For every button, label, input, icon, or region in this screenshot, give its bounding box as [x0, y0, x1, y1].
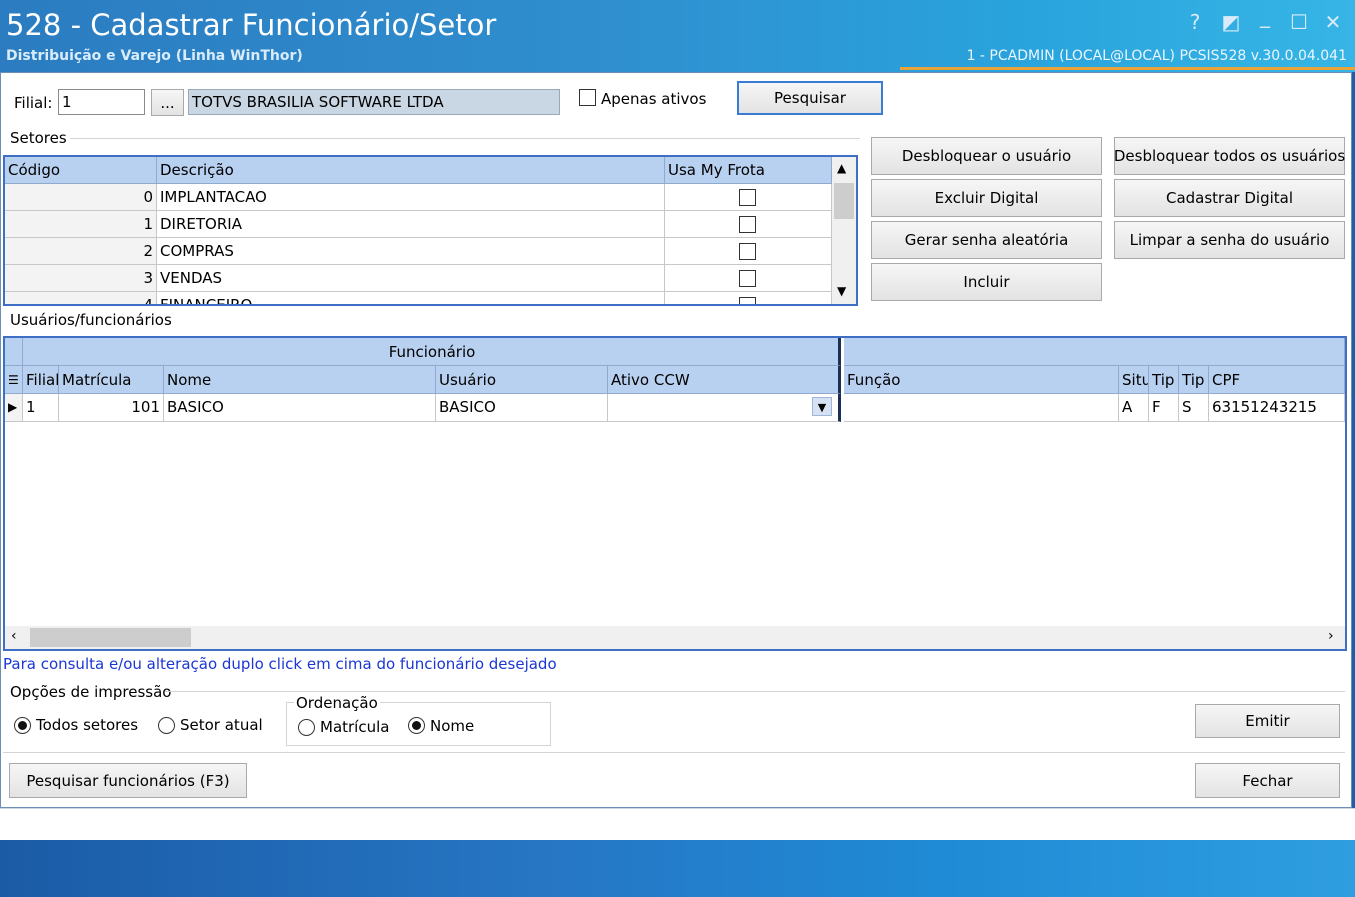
setor-atual-radio[interactable]: [158, 717, 175, 734]
col-nome[interactable]: Nome: [164, 366, 436, 394]
setores-group-label: Setores: [10, 129, 67, 147]
incluir-button[interactable]: Incluir: [871, 263, 1102, 301]
setores-col-codigo[interactable]: Código: [5, 157, 157, 184]
setores-vscrollbar[interactable]: ▲ ▼: [832, 157, 856, 304]
usuarios-grid: Funcionário ☰ Filial Matrícula Nome Usuá…: [3, 336, 1347, 651]
col-tip-2[interactable]: Tip: [1179, 366, 1209, 394]
filial-lookup-button[interactable]: ...: [151, 89, 184, 116]
footer-line: [3, 752, 1345, 753]
maximize-icon[interactable]: ☐: [1284, 10, 1314, 34]
fechar-button[interactable]: Fechar: [1195, 763, 1340, 798]
window-title: 528 - Cadastrar Funcionário/Setor: [6, 8, 497, 42]
table-row[interactable]: 3 VENDAS: [5, 265, 832, 292]
dropdown-arrow-icon[interactable]: ▼: [812, 397, 832, 416]
cadastrar-digital-button[interactable]: Cadastrar Digital: [1114, 179, 1345, 217]
chevron-up-icon[interactable]: ▲: [837, 161, 846, 175]
setores-group-line: [70, 138, 860, 139]
setores-grid: Código Descrição Usa My Frota 0 IMPLANTA…: [3, 155, 858, 306]
setor-atual-label: Setor atual: [180, 716, 263, 734]
print-options-label: Opções de impressão: [10, 683, 172, 701]
scrollbar-thumb[interactable]: [834, 183, 854, 219]
setores-col-usa-my-frota[interactable]: Usa My Frota: [665, 157, 832, 184]
limpar-senha-button[interactable]: Limpar a senha do usuário: [1114, 221, 1345, 259]
apenas-ativos-label: Apenas ativos: [601, 90, 707, 108]
accent-line: [900, 67, 1355, 70]
gerar-senha-button[interactable]: Gerar senha aleatória: [871, 221, 1102, 259]
filial-input[interactable]: 1: [58, 89, 145, 115]
apenas-ativos-checkbox[interactable]: [579, 89, 596, 106]
usa-my-frota-checkbox[interactable]: [739, 189, 756, 206]
ordenacao-label: Ordenação: [294, 694, 380, 712]
usuarios-group-label: Usuários/funcionários: [10, 311, 172, 329]
col-matricula[interactable]: Matrícula: [59, 366, 164, 394]
emitir-button[interactable]: Emitir: [1195, 704, 1340, 738]
table-row[interactable]: 2 COMPRAS: [5, 238, 832, 265]
usa-my-frota-checkbox[interactable]: [739, 243, 756, 260]
usa-my-frota-checkbox[interactable]: [739, 297, 756, 304]
grid-menu-icon[interactable]: ☰: [5, 366, 23, 394]
user-info: 1 - PCADMIN (LOCAL@LOCAL) PCSIS528 v.30.…: [966, 48, 1347, 64]
nome-label: Nome: [430, 717, 475, 735]
pesquisar-funcionarios-button[interactable]: Pesquisar funcionários (F3): [9, 763, 247, 798]
hint-text: Para consulta e/ou alteração duplo click…: [3, 655, 557, 673]
table-row[interactable]: 0 IMPLANTACAO: [5, 184, 832, 211]
chevron-right-icon[interactable]: ›: [1328, 628, 1334, 644]
window-subtitle: Distribuição e Varejo (Linha WinThor): [6, 48, 303, 64]
desbloquear-todos-button[interactable]: Desbloquear todos os usuários: [1114, 137, 1345, 175]
table-row[interactable]: 4 FINANCEIRO: [5, 292, 832, 304]
pesquisar-button[interactable]: Pesquisar: [737, 81, 883, 115]
ativo-ccw-dropdown[interactable]: ▼: [608, 394, 841, 422]
excluir-digital-button[interactable]: Excluir Digital: [871, 179, 1102, 217]
print-options-line: [165, 691, 1345, 692]
setores-col-descricao[interactable]: Descrição: [157, 157, 665, 184]
usa-my-frota-checkbox[interactable]: [739, 216, 756, 233]
col-funcao[interactable]: Função: [844, 366, 1119, 394]
row-indicator-icon: ▶: [5, 394, 23, 422]
todos-setores-label: Todos setores: [36, 716, 139, 734]
col-filial[interactable]: Filial: [23, 366, 59, 394]
filial-label: Filial:: [14, 94, 53, 112]
company-name-field: TOTVS BRASILIA SOFTWARE LTDA: [188, 89, 560, 115]
minimize-icon[interactable]: _: [1250, 4, 1280, 28]
todos-setores-radio[interactable]: [14, 717, 31, 734]
close-icon[interactable]: ✕: [1318, 10, 1348, 34]
chevron-down-icon[interactable]: ▼: [837, 284, 846, 298]
col-ativo-ccw[interactable]: Ativo CCW: [608, 366, 841, 394]
col-tip-1[interactable]: Tip: [1149, 366, 1179, 394]
desktop-background: [0, 840, 1355, 897]
matricula-radio[interactable]: [298, 719, 315, 736]
col-situ[interactable]: Situ: [1119, 366, 1149, 394]
scrollbar-thumb[interactable]: [30, 628, 191, 647]
nome-radio[interactable]: [408, 717, 425, 734]
table-row[interactable]: ▶ 1 101 BASICO BASICO ▼ A F S 6315124321…: [5, 394, 1345, 422]
chevron-left-icon[interactable]: ‹: [11, 628, 17, 644]
table-row[interactable]: 1 DIRETORIA: [5, 211, 832, 238]
col-usuario[interactable]: Usuário: [436, 366, 608, 394]
matricula-label: Matrícula: [320, 718, 390, 736]
funcionario-band: Funcionário: [23, 338, 841, 366]
usuarios-hscrollbar[interactable]: ‹ ›: [5, 626, 1345, 649]
col-cpf[interactable]: CPF: [1209, 366, 1345, 394]
status-bar: [0, 808, 1355, 840]
usa-my-frota-checkbox[interactable]: [739, 270, 756, 287]
restore-icon[interactable]: ◩: [1216, 10, 1246, 34]
desbloquear-usuario-button[interactable]: Desbloquear o usuário: [871, 137, 1102, 175]
help-icon[interactable]: ?: [1180, 10, 1210, 34]
